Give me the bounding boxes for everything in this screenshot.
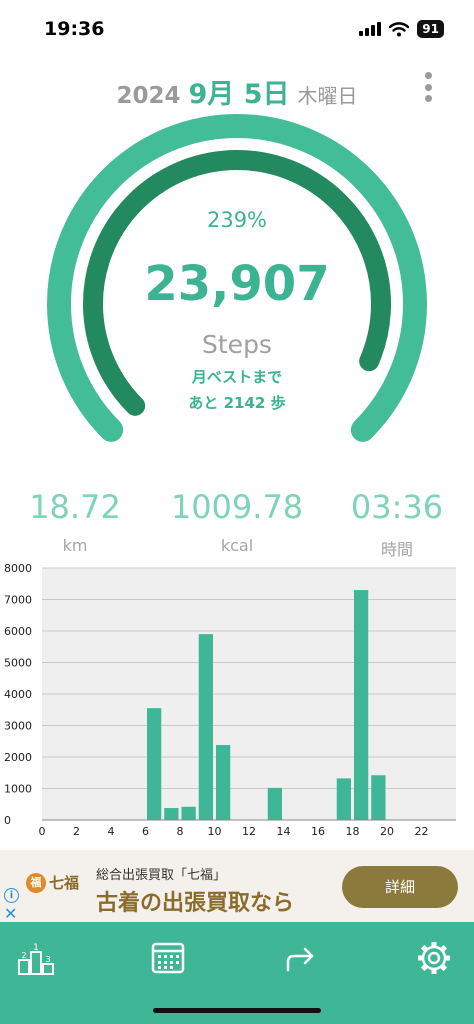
steps-label: Steps [202, 330, 272, 359]
calendar-icon[interactable] [148, 938, 188, 978]
chart-bar [198, 634, 213, 820]
chart-ytick-label: 7000 [4, 594, 32, 607]
ad-close-icon[interactable]: ✕ [4, 904, 17, 923]
distance-value: 18.72 [29, 488, 121, 526]
status-time: 19:36 [44, 18, 105, 40]
status-icons: 91 [359, 20, 444, 38]
distance-label: km [62, 536, 88, 555]
battery-icon: 91 [417, 20, 444, 38]
monthly-best-remaining: あと 2142 歩 [188, 394, 286, 412]
share-icon[interactable] [280, 938, 320, 978]
chart-ytick-label: 8000 [4, 562, 32, 575]
chart-bar [216, 745, 231, 820]
svg-text:1: 1 [33, 943, 39, 953]
chart-xtick-label: 22 [415, 825, 429, 838]
svg-text:2: 2 [21, 951, 26, 960]
time-value: 03:36 [350, 488, 444, 526]
ad-logo: 福 七福 [26, 872, 79, 893]
chart-bar [336, 778, 351, 820]
chart-xtick-label: 16 [311, 825, 325, 838]
ad-details-button[interactable]: 詳細 [342, 866, 458, 908]
date-header[interactable]: 2024 9月 5日 木曜日 [0, 72, 474, 111]
chart-bar [267, 787, 282, 820]
chart-xtick-label: 0 [39, 825, 46, 838]
ranking-icon[interactable]: 1 2 3 [16, 938, 56, 978]
chart-xtick-label: 18 [346, 825, 360, 838]
ad-subtitle: 総合出張買取「七福」 [96, 868, 227, 883]
ad-logo-text: 七福 [49, 874, 80, 892]
chart-ytick-label: 0 [4, 814, 11, 827]
chart-xtick-label: 20 [380, 825, 394, 838]
ad-info-icon[interactable]: i [4, 888, 19, 903]
chart-bar [371, 775, 386, 820]
calories-value: 1009.78 [170, 488, 304, 526]
date-month-day: 9月 5日 [188, 79, 290, 110]
chart-ytick-label: 4000 [4, 688, 32, 701]
chart-ytick-label: 2000 [4, 751, 32, 764]
wifi-icon [389, 21, 410, 36]
chart-bar [164, 808, 179, 820]
bottom-nav: 1 2 3 [0, 922, 474, 1024]
steps-count: 23,907 [144, 256, 330, 312]
chart-ytick-label: 1000 [4, 783, 32, 796]
calories-label: kcal [220, 536, 254, 555]
chart-xtick-label: 6 [142, 825, 149, 838]
gear-icon[interactable] [414, 938, 454, 978]
chart-bar [354, 590, 369, 820]
chart-ytick-label: 5000 [4, 657, 32, 670]
ad-headline: 古着の出張買取なら [96, 891, 295, 916]
chart-ytick-label: 6000 [4, 625, 32, 638]
date-year: 2024 [116, 83, 181, 109]
chart-xtick-label: 8 [177, 825, 184, 838]
chart-bar [147, 708, 162, 820]
chart-xtick-label: 2 [73, 825, 80, 838]
monthly-best-label: 月ベストまで [191, 368, 283, 386]
svg-text:3: 3 [45, 955, 50, 964]
chart-ytick-label: 3000 [4, 720, 32, 733]
chart-bar [181, 806, 196, 820]
chart-xtick-label: 12 [242, 825, 256, 838]
hourly-steps-chart: 0 1000 2000 3000 4000 5000 6000 7000 8000 0 2 4 6 8 10… [4, 562, 456, 838]
ad-logo-seal-icon: 福 [26, 872, 46, 893]
goal-percent: 239% [206, 208, 268, 232]
chart-xtick-label: 10 [208, 825, 222, 838]
more-menu-icon[interactable] [422, 72, 434, 102]
ad-banner[interactable]: i ✕ 福 七福 総合出張買取「七福」 古着の出張買取なら 詳細 [0, 850, 474, 923]
time-label: 時間 [380, 540, 413, 559]
signal-icon [359, 22, 382, 36]
chart-xtick-label: 4 [108, 825, 115, 838]
home-indicator [153, 1008, 321, 1013]
date-weekday: 木曜日 [297, 84, 358, 108]
chart-xtick-label: 14 [277, 825, 291, 838]
